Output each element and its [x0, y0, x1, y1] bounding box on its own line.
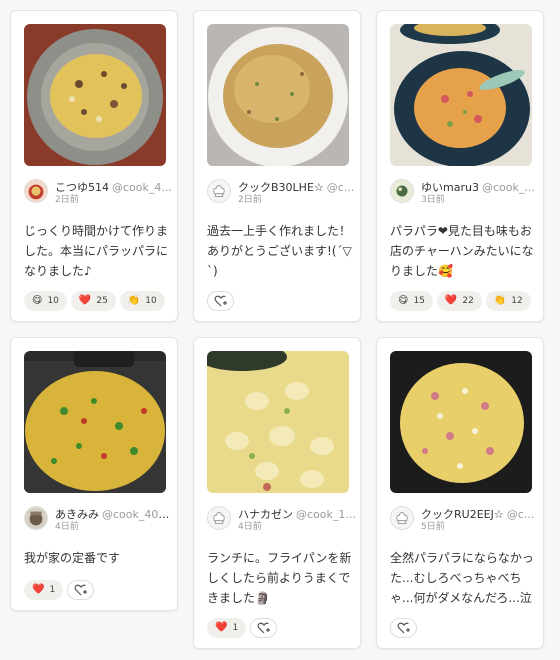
add-reaction-button[interactable] — [67, 580, 95, 600]
author[interactable]: こつゆ514 @cook_4... 2日前 — [24, 179, 174, 209]
reaction-clap[interactable]: 👏 10 — [119, 291, 165, 311]
user-name[interactable]: あきみみ — [55, 508, 99, 521]
user-name[interactable]: ゆいmaru3 — [421, 181, 479, 194]
author[interactable]: ゆいmaru3 @cook_... 3日前 — [390, 179, 540, 209]
user-names: こつゆ514 @cook_4... — [55, 181, 175, 194]
reaction-clap[interactable]: 👏 12 — [485, 291, 531, 311]
reaction-count: 12 — [511, 296, 523, 306]
post-date: 4日前 — [55, 522, 79, 532]
reaction-count: 10 — [145, 296, 157, 306]
reactions: ❤️ 1 — [24, 580, 95, 600]
reaction-count: 1 — [232, 623, 239, 633]
dish-photo[interactable] — [207, 351, 349, 493]
reaction-count: 15 — [413, 296, 425, 306]
add-reaction-icon — [397, 622, 410, 634]
user-id: @cook_4... — [112, 181, 172, 194]
dish-photo[interactable] — [24, 351, 166, 493]
heart-icon: ❤️ — [444, 295, 458, 306]
user-avatar[interactable] — [24, 506, 48, 530]
reaction-yummy[interactable]: 😋 10 — [24, 291, 67, 311]
user-id: @c... — [506, 508, 535, 521]
reaction-heart[interactable]: ❤️ 22 — [436, 291, 482, 311]
reaction-heart[interactable]: ❤️ 25 — [70, 291, 116, 311]
dish-photo[interactable] — [24, 24, 166, 166]
dish-photo[interactable] — [390, 351, 532, 493]
reactions: 😋 10 ❤️ 25 👏 10 — [24, 291, 165, 311]
clap-icon: 👏 — [127, 295, 141, 306]
post-date: 4日前 — [238, 522, 262, 532]
post-date: 2日前 — [55, 195, 79, 205]
cooksnap-card[interactable]: ハナカゼン @cook_1... 4日前 ランチに。フライパンを新しくしたら前より… — [193, 337, 361, 649]
cooksnap-card[interactable]: ゆいmaru3 @cook_... 3日前 パラパラ❤見た目も味もお店のチャーハン… — [376, 10, 544, 322]
reactions: 😋 15 ❤️ 22 👏 12 — [390, 291, 531, 311]
user-names: クックRU2EEJ☆ @c... — [421, 508, 541, 521]
comment-text: じっくり時間かけて作りました。本当にパラッパラになりました♪ — [24, 224, 169, 278]
user-id: @c... — [326, 181, 355, 194]
comment-text: 我が家の定番です — [24, 551, 121, 565]
reaction-count: 22 — [462, 296, 474, 306]
reactions — [390, 618, 417, 638]
reactions — [207, 291, 234, 311]
heart-icon: ❤️ — [32, 584, 45, 595]
heart-icon: ❤️ — [215, 622, 228, 633]
user-id: @cook_... — [481, 181, 535, 194]
yummy-face-icon: 😋 — [398, 295, 409, 306]
user-name[interactable]: クックRU2EEJ☆ — [421, 508, 504, 521]
author[interactable]: ハナカゼン @cook_1... 4日前 — [207, 506, 357, 536]
user-avatar[interactable] — [390, 179, 414, 203]
clap-icon: 👏 — [493, 295, 507, 306]
user-name[interactable]: ハナカゼン — [238, 508, 293, 521]
heart-icon: ❤️ — [78, 295, 92, 306]
author[interactable]: クックRU2EEJ☆ @c... 5日前 — [390, 506, 540, 536]
user-avatar[interactable] — [24, 179, 48, 203]
cooksnap-card[interactable]: クックB30LHE☆ @c... 2日前 過去一上手く作れました！ありがとうござい… — [193, 10, 361, 322]
add-reaction-icon — [74, 584, 87, 596]
post-date: 3日前 — [421, 195, 445, 205]
user-names: あきみみ @cook_400... — [55, 508, 175, 521]
yummy-face-icon: 😋 — [32, 295, 43, 306]
reaction-heart[interactable]: ❤️ 1 — [207, 618, 247, 638]
user-name[interactable]: こつゆ514 — [55, 181, 109, 194]
reaction-count: 25 — [96, 296, 108, 306]
comment-text: 全然パラパラにならなかった...むしろべっちゃべちゃ...何がダメなんだろ...… — [390, 551, 534, 605]
cooksnap-card[interactable]: クックRU2EEJ☆ @c... 5日前 全然パラパラにならなかった...むしろべ… — [376, 337, 544, 649]
user-id: @cook_400... — [102, 508, 175, 521]
post-date: 2日前 — [238, 195, 262, 205]
reaction-heart[interactable]: ❤️ 1 — [24, 580, 64, 600]
chef-hat-avatar-icon[interactable] — [390, 506, 414, 530]
user-id: @cook_1... — [296, 508, 356, 521]
add-reaction-button[interactable] — [207, 291, 234, 311]
cooksnap-card[interactable]: あきみみ @cook_400... 4日前 我が家の定番です ❤️ 1 — [10, 337, 178, 611]
add-reaction-button[interactable] — [390, 618, 417, 638]
comment-text: 過去一上手く作れました！ありがとうございます!(´▽`) — [207, 224, 352, 278]
author[interactable]: あきみみ @cook_400... 4日前 — [24, 506, 175, 536]
comment-text: ランチに。フライパンを新しくしたら前よりうまくできました🗿 — [207, 551, 352, 605]
dish-photo[interactable] — [390, 24, 532, 166]
user-name[interactable]: クックB30LHE☆ — [238, 181, 324, 194]
comment-text: パラパラ❤見た目も味もお店のチャーハンみたいになりました🥰 — [390, 224, 534, 278]
reaction-count: 10 — [47, 296, 59, 306]
user-names: ハナカゼン @cook_1... — [238, 508, 358, 521]
add-reaction-icon — [257, 622, 270, 634]
add-reaction-icon — [214, 295, 227, 307]
reaction-count: 1 — [49, 585, 56, 595]
dish-photo[interactable] — [207, 24, 349, 166]
author[interactable]: クックB30LHE☆ @c... 2日前 — [207, 179, 357, 209]
reactions: ❤️ 1 — [207, 618, 278, 638]
user-names: ゆいmaru3 @cook_... — [421, 181, 541, 194]
user-names: クックB30LHE☆ @c... — [238, 181, 358, 194]
cooksnap-card[interactable]: こつゆ514 @cook_4... 2日前 じっくり時間かけて作りました。本当にパ… — [10, 10, 178, 322]
chef-hat-avatar-icon[interactable] — [207, 179, 231, 203]
add-reaction-button[interactable] — [250, 618, 278, 638]
chef-hat-avatar-icon[interactable] — [207, 506, 231, 530]
post-date: 5日前 — [421, 522, 445, 532]
cooksnap-grid: こつゆ514 @cook_4... 2日前 じっくり時間かけて作りました。本当にパ… — [0, 0, 560, 660]
reaction-yummy[interactable]: 😋 15 — [390, 291, 433, 311]
